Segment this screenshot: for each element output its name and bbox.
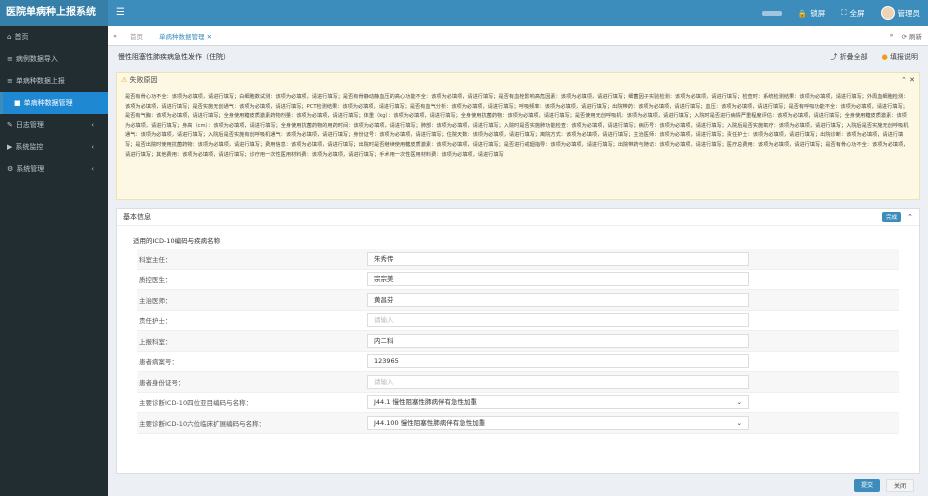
- user-menu[interactable]: 管理员: [880, 6, 920, 20]
- collapse-icon[interactable]: ⌃: [901, 76, 907, 84]
- tab-bar: « 首页 单病种数据管理 ✕ » ⟳ 刷新: [108, 26, 928, 46]
- field-label: 质控医生：: [139, 276, 172, 285]
- status-badge: 完成: [882, 212, 902, 222]
- icd10-4-select[interactable]: J44.1 慢性阻塞性肺病伴有急性加重 ⌄: [367, 395, 749, 410]
- basic-info-card: 基本信息 完成 ⌃ 适用的ICD-10编码与疾病名称 科室主任： 朱秀传 质控医生…: [116, 208, 920, 474]
- collapse-icon: ⤴: [830, 53, 838, 61]
- tab-scroll-left-icon[interactable]: «: [108, 32, 122, 40]
- form-row: 质控医生： 宗宗美: [137, 270, 899, 290]
- close-icon[interactable]: ✕: [207, 33, 212, 41]
- field-label: 上报科室：: [139, 337, 172, 346]
- chevron-down-icon: ⌄: [736, 418, 742, 427]
- form-row: 患者病案号： 123965: [137, 352, 899, 372]
- case-number-input[interactable]: 123965: [367, 354, 749, 369]
- field-label: 科室主任：: [139, 255, 172, 264]
- sidebar-item-data-manage[interactable]: ■ 单病种数据管理: [0, 92, 108, 114]
- lock-screen-button[interactable]: 🔒 锁屏: [798, 8, 825, 19]
- list-icon: ≡: [7, 55, 13, 63]
- id-number-input[interactable]: 请输入: [367, 374, 749, 389]
- close-button[interactable]: 关闭: [885, 479, 914, 492]
- department-head-input[interactable]: 朱秀传: [367, 251, 749, 266]
- gear-icon: ⚙: [7, 165, 14, 173]
- attending-doctor-input[interactable]: 黄昌芬: [367, 292, 749, 307]
- alert-message: 是否有骨心功不全：该项为必填项，请进行填写；白细胞数试测：该项为必填项，请进行填…: [125, 94, 909, 158]
- tab-scroll-right-icon[interactable]: »: [889, 31, 893, 41]
- tab-data-manage[interactable]: 单病种数据管理 ✕: [151, 31, 220, 41]
- edit-icon: ✎: [7, 121, 13, 129]
- alert-title: 失败原因: [129, 76, 158, 84]
- help-button[interactable]: ● 填报说明: [882, 52, 918, 62]
- field-label: 患者病案号：: [139, 358, 178, 367]
- warning-icon: ⚠: [121, 76, 128, 84]
- sidebar: ⌂ 首页 ≡ 病例数据导入 ≡ 单病种数据上报 ■ 单病种数据管理 ✎ 日志管理 ‹ ▶ 系统…: [0, 26, 108, 496]
- nurse-input[interactable]: 请输入: [367, 313, 749, 328]
- section-subtitle: 适用的ICD-10编码与疾病名称: [133, 237, 221, 245]
- qc-doctor-input[interactable]: 宗宗美: [367, 272, 749, 287]
- close-icon[interactable]: ✕: [909, 76, 915, 84]
- chevron-left-icon: ‹: [91, 165, 94, 173]
- top-navbar: 医院单病种上报系统 ☰ 🔒 锁屏 ⛶ 全屏 管理员: [0, 0, 928, 26]
- form-actions: 提交 关闭: [853, 479, 914, 492]
- failure-alert: ⚠ 失败原因 ⌃ ✕ 是否有骨心功不全：该项为必填项，请进行填写；白细胞数试测：…: [116, 72, 920, 200]
- page-title: 慢性阻塞性肺疾病急性发作（住院）: [118, 53, 230, 61]
- sidebar-item-report[interactable]: ≡ 单病种数据上报: [0, 70, 108, 92]
- card-title: 基本信息: [123, 213, 151, 221]
- tab-home[interactable]: 首页: [122, 31, 151, 41]
- page-header: 慢性阻塞性肺疾病急性发作（住院） ⤴ 折叠全部 ● 填报说明: [114, 46, 922, 68]
- app-logo[interactable]: 医院单病种上报系统: [0, 0, 108, 26]
- field-label: 主治医师：: [139, 296, 172, 305]
- sidebar-item-home[interactable]: ⌂ 首页: [0, 26, 108, 48]
- chevron-down-icon: ⌄: [736, 398, 742, 407]
- sidebar-item-system[interactable]: ⚙ 系统管理 ‹: [0, 158, 108, 180]
- help-icon: ●: [881, 53, 888, 61]
- chevron-up-icon[interactable]: ⌃: [907, 213, 913, 221]
- form-row: 主要诊断ICD-10六位临床扩展编码与名称： J44.100 慢性阻塞性肺病伴有急…: [137, 413, 899, 434]
- refresh-button[interactable]: ⟳ 刷新: [901, 31, 922, 41]
- chevron-left-icon: ‹: [91, 121, 94, 129]
- username-blurred: [761, 10, 782, 16]
- form-row: 上报科室： 内二科: [137, 331, 899, 352]
- submit-button[interactable]: 提交: [853, 479, 880, 492]
- lock-icon: 🔒: [797, 8, 808, 18]
- list-icon: ≡: [7, 77, 13, 85]
- video-icon: ▶: [7, 143, 13, 151]
- form-row: 责任护士： 请输入: [137, 311, 899, 331]
- field-label: 患者身份证号：: [139, 378, 185, 387]
- sidebar-item-monitor[interactable]: ▶ 系统监控 ‹: [0, 136, 108, 158]
- refresh-icon: ⟳: [901, 32, 907, 41]
- main-content: 慢性阻塞性肺疾病急性发作（住院） ⤴ 折叠全部 ● 填报说明 ⚠ 失败原因 ⌃ …: [108, 46, 928, 496]
- hamburger-icon[interactable]: ☰: [116, 0, 125, 26]
- field-label: 责任护士：: [139, 317, 172, 326]
- file-icon: ■: [14, 99, 21, 107]
- icd10-6-select[interactable]: J44.100 慢性阻塞性肺病伴有急性加重 ⌄: [367, 415, 749, 430]
- form-row: 患者身份证号： 请输入: [137, 372, 899, 393]
- home-icon: ⌂: [7, 33, 12, 41]
- field-label: 主要诊断ICD-10四位亚目编码与名称：: [139, 399, 253, 408]
- form-row: 科室主任： 朱秀传: [137, 249, 899, 270]
- collapse-all-button[interactable]: ⤴ 折叠全部: [830, 52, 867, 62]
- fullscreen-icon: ⛶: [841, 8, 847, 17]
- chevron-left-icon: ‹: [91, 143, 94, 151]
- fullscreen-button[interactable]: ⛶ 全屏: [841, 8, 864, 19]
- field-label: 主要诊断ICD-10六位临床扩展编码与名称：: [139, 419, 266, 428]
- form-row: 主治医师： 黄昌芬: [137, 290, 899, 311]
- sidebar-item-logs[interactable]: ✎ 日志管理 ‹: [0, 114, 108, 136]
- avatar: [880, 6, 895, 20]
- sidebar-item-import[interactable]: ≡ 病例数据导入: [0, 48, 108, 70]
- department-input[interactable]: 内二科: [367, 333, 749, 348]
- form-row: 主要诊断ICD-10四位亚目编码与名称： J44.1 慢性阻塞性肺病伴有急性加重 ⌄: [137, 393, 899, 413]
